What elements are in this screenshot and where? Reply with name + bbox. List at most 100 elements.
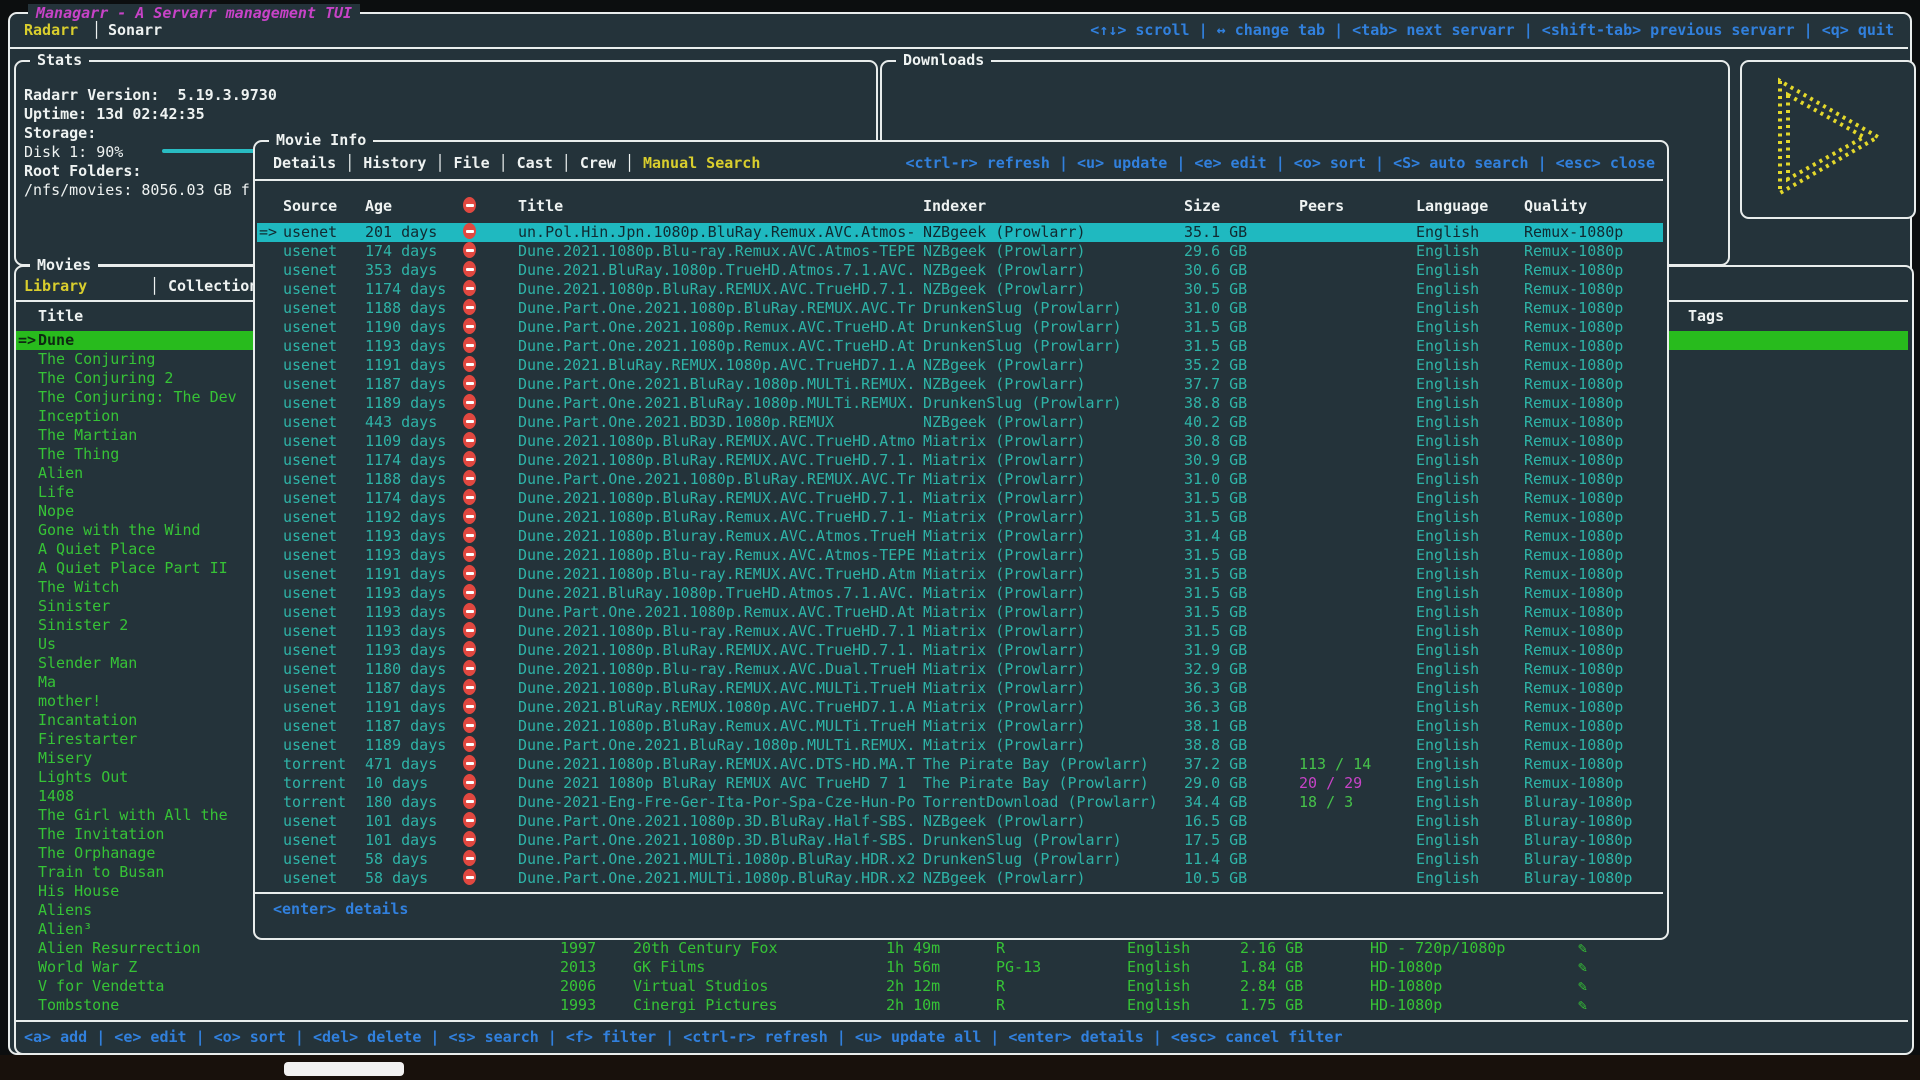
search-result-row[interactable]: usenet1187 daysDune.Part.One.2021.BluRay… — [257, 375, 1663, 394]
search-result-row[interactable]: usenet1187 daysDune.2021.1080p.BluRay.Re… — [257, 717, 1663, 736]
movie-info-tab-crew[interactable]: Crew — [580, 154, 616, 172]
search-result-row[interactable]: usenet1193 daysDune.2021.1080p.BluRay.RE… — [257, 641, 1663, 660]
release-language: English — [1416, 698, 1479, 717]
tab-library[interactable]: Library — [24, 277, 87, 296]
search-result-row[interactable]: usenet1191 daysDune.2021.BluRay.REMUX.10… — [257, 356, 1663, 375]
release-language: English — [1416, 755, 1479, 774]
search-result-row[interactable]: usenet174 daysDune.2021.1080p.Blu-ray.Re… — [257, 242, 1663, 261]
search-result-row[interactable]: =>usenet201 daysun.Pol.Hin.Jpn.1080p.Blu… — [257, 223, 1663, 242]
search-result-row[interactable]: torrent471 daysDune.2021.1080p.BluRay.RE… — [257, 755, 1663, 774]
rejected-icon — [463, 736, 476, 752]
release-language: English — [1416, 546, 1479, 565]
release-age: 58 days — [365, 869, 428, 888]
release-size: 30.9 GB — [1184, 451, 1247, 470]
release-indexer: Miatrix (Prowlarr) — [923, 679, 1086, 698]
movie-runtime: 1h 49m — [886, 939, 940, 958]
search-result-row[interactable]: usenet1191 daysDune.2021.1080p.Blu-ray.R… — [257, 565, 1663, 584]
search-result-row[interactable]: usenet58 daysDune.Part.One.2021.MULTi.10… — [257, 869, 1663, 888]
search-result-row[interactable]: usenet1193 daysDune.Part.One.2021.1080p.… — [257, 603, 1663, 622]
search-result-row[interactable]: usenet58 daysDune.Part.One.2021.MULTi.10… — [257, 850, 1663, 869]
search-result-row[interactable]: usenet1189 daysDune.Part.One.2021.BluRay… — [257, 736, 1663, 755]
release-age: 1180 days — [365, 660, 446, 679]
release-language: English — [1416, 641, 1479, 660]
search-result-row[interactable]: usenet1193 daysDune.Part.One.2021.1080p.… — [257, 337, 1663, 356]
tab-separator: │ — [336, 154, 363, 172]
search-result-row[interactable]: usenet1188 daysDune.Part.One.2021.1080p.… — [257, 299, 1663, 318]
release-quality: Remux-1080p — [1524, 261, 1623, 280]
movie-info-tab-manual-search[interactable]: Manual Search — [643, 154, 760, 172]
movie-table-row-fragment[interactable]: 1993Cinergi Pictures2h 10mREnglish1.75 G… — [16, 996, 1908, 1015]
release-size: 31.9 GB — [1184, 641, 1247, 660]
release-title: Dune.Part.One.2021.BluRay.1080p.MULTi.RE… — [518, 736, 915, 755]
search-result-row[interactable]: usenet1109 daysDune.2021.1080p.BluRay.RE… — [257, 432, 1663, 451]
movie-info-footer-divider — [255, 892, 1663, 894]
rejected-icon — [463, 223, 476, 239]
search-result-row[interactable]: usenet1174 daysDune.2021.1080p.BluRay.RE… — [257, 280, 1663, 299]
release-indexer: NZBgeek (Prowlarr) — [923, 812, 1086, 831]
release-source: usenet — [283, 394, 337, 413]
movie-studio: 20th Century Fox — [633, 939, 778, 958]
release-indexer: Miatrix (Prowlarr) — [923, 432, 1086, 451]
search-result-row[interactable]: torrent180 daysDune-2021-Eng-Fre-Ger-Ita… — [257, 793, 1663, 812]
search-result-row[interactable]: usenet353 daysDune.2021.BluRay.1080p.Tru… — [257, 261, 1663, 280]
tab-separator: │ — [426, 154, 453, 172]
movie-table-row-fragment[interactable]: 2006Virtual Studios2h 12mREnglish2.84 GB… — [16, 977, 1908, 996]
search-result-row[interactable]: usenet1193 daysDune.2021.1080p.Blu-ray.R… — [257, 622, 1663, 641]
release-quality: Remux-1080p — [1524, 242, 1623, 261]
release-language: English — [1416, 831, 1479, 850]
stats-line: Radarr Version: 5.19.3.9730 — [24, 86, 277, 105]
movie-info-tab-file[interactable]: File — [454, 154, 490, 172]
search-result-row[interactable]: usenet1188 daysDune.Part.One.2021.1080p.… — [257, 470, 1663, 489]
release-quality: Bluray-1080p — [1524, 812, 1632, 831]
rejected-icon — [463, 869, 476, 885]
rejected-icon — [463, 622, 476, 638]
movie-title: Sinister — [38, 597, 110, 616]
search-result-row[interactable]: usenet1193 daysDune.2021.1080p.Blu-ray.R… — [257, 546, 1663, 565]
movie-title: Sinister 2 — [38, 616, 128, 635]
movie-year: 2013 — [560, 958, 596, 977]
rejected-icon — [463, 318, 476, 334]
search-result-row[interactable]: usenet1193 daysDune.2021.BluRay.1080p.Tr… — [257, 584, 1663, 603]
search-result-row[interactable]: usenet1193 daysDune.2021.1080p.Bluray.Re… — [257, 527, 1663, 546]
release-title: Dune.Part.One.2021.1080p.Remux.AVC.TrueH… — [518, 603, 915, 622]
movie-info-tab-cast[interactable]: Cast — [517, 154, 553, 172]
search-result-row[interactable]: usenet1180 daysDune.2021.1080p.Blu-ray.R… — [257, 660, 1663, 679]
release-indexer: Miatrix (Prowlarr) — [923, 660, 1086, 679]
header-size: Size — [1184, 197, 1220, 216]
movie-info-tab-details[interactable]: Details — [273, 154, 336, 172]
search-result-row[interactable]: usenet1187 daysDune.2021.1080p.BluRay.RE… — [257, 679, 1663, 698]
search-result-row[interactable]: usenet1190 daysDune.Part.One.2021.1080p.… — [257, 318, 1663, 337]
release-age: 1193 days — [365, 527, 446, 546]
search-result-row[interactable]: usenet1174 daysDune.2021.1080p.BluRay.RE… — [257, 451, 1663, 470]
search-result-row[interactable]: usenet443 daysDune.Part.One.2021.BD3D.10… — [257, 413, 1663, 432]
release-title: Dune.2021.1080p.Blu-ray.Remux.AVC.Atmos-… — [518, 546, 915, 565]
stats-panel-title: Stats — [30, 51, 89, 70]
movie-table-row-fragment[interactable]: 199720th Century Fox1h 49mREnglish2.16 G… — [16, 939, 1908, 958]
servarr-tab-sonarr[interactable]: Sonarr — [108, 21, 162, 40]
search-result-row[interactable]: usenet1189 daysDune.Part.One.2021.BluRay… — [257, 394, 1663, 413]
release-language: English — [1416, 318, 1479, 337]
release-quality: Bluray-1080p — [1524, 831, 1632, 850]
search-result-row[interactable]: usenet1174 daysDune.2021.1080p.BluRay.RE… — [257, 489, 1663, 508]
release-title: Dune.2021.1080p.BluRay.REMUX.AVC.TrueHD.… — [518, 489, 915, 508]
servarr-tab-radarr[interactable]: Radarr — [24, 21, 78, 40]
release-language: English — [1416, 375, 1479, 394]
search-result-row[interactable]: usenet101 daysDune.Part.One.2021.1080p.3… — [257, 831, 1663, 850]
rejected-icon — [463, 584, 476, 600]
release-title: Dune.2021.1080p.Bluray.Remux.AVC.Atmos.T… — [518, 527, 915, 546]
movie-info-tab-history[interactable]: History — [363, 154, 426, 172]
release-title: Dune.Part.One.2021.BluRay.1080p.MULTi.RE… — [518, 375, 915, 394]
movie-size: 1.84 GB — [1240, 958, 1303, 977]
search-result-row[interactable]: torrent10 daysDune 2021 1080p BluRay REM… — [257, 774, 1663, 793]
release-age: 1174 days — [365, 451, 446, 470]
release-language: English — [1416, 565, 1479, 584]
search-result-row[interactable]: usenet1191 daysDune.2021.BluRay.REMUX.10… — [257, 698, 1663, 717]
release-language: English — [1416, 774, 1479, 793]
search-result-row[interactable]: usenet101 daysDune.Part.One.2021.1080p.3… — [257, 812, 1663, 831]
search-result-row[interactable]: usenet1192 daysDune.2021.1080p.BluRay.Re… — [257, 508, 1663, 527]
movie-table-row-fragment[interactable]: 2013GK Films1h 56mPG-13English1.84 GBHD-… — [16, 958, 1908, 977]
release-language: English — [1416, 660, 1479, 679]
release-title: Dune.Part.One.2021.1080p.Remux.AVC.TrueH… — [518, 337, 915, 356]
movie-title: The Orphanage — [38, 844, 155, 863]
rejected-icon — [463, 793, 476, 809]
